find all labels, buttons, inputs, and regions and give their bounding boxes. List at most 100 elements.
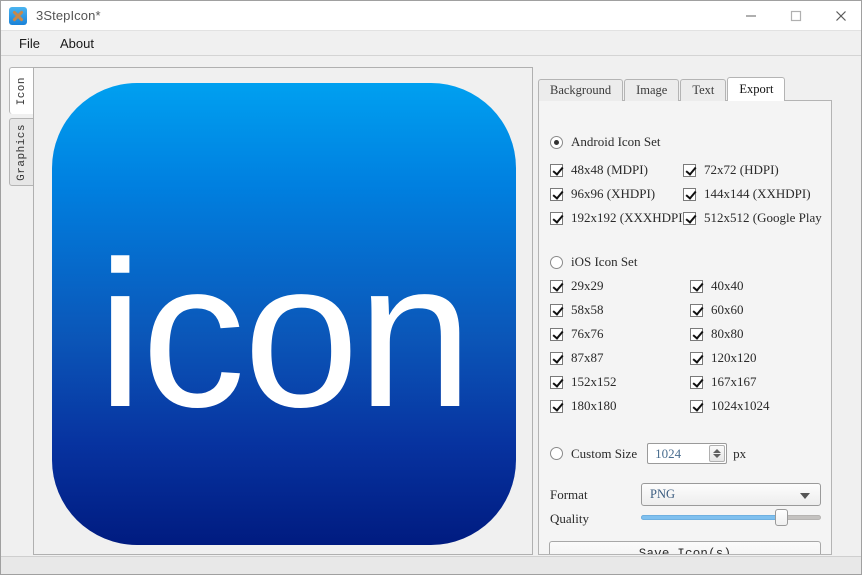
checkbox-ios-1024-box xyxy=(690,399,703,413)
custom-size-value: 1024 xyxy=(655,445,682,461)
icon-preview-canvas[interactable]: icon xyxy=(52,83,516,545)
checkbox-ios-152[interactable]: 152x152 xyxy=(550,374,617,390)
checkbox-ios-40-label: 40x40 xyxy=(711,278,744,293)
checkbox-ios-76-label: 76x76 xyxy=(571,326,604,341)
checkbox-ios-120[interactable]: 120x120 xyxy=(690,350,757,366)
checkbox-ios-167-box xyxy=(690,375,703,389)
vertical-tab-graphics-label: Graphics xyxy=(15,123,28,181)
checkbox-ios-76[interactable]: 76x76 xyxy=(550,326,604,342)
menu-bar: File About xyxy=(1,31,861,56)
tab-image[interactable]: Image xyxy=(624,79,680,101)
checkbox-ios-167[interactable]: 167x167 xyxy=(690,374,757,390)
custom-size-spinner-buttons[interactable] xyxy=(709,445,726,462)
checkbox-android-512-box xyxy=(683,211,696,225)
checkbox-ios-180-box xyxy=(550,399,563,413)
checkbox-android-192-box xyxy=(550,211,563,225)
icon-preview-panel: icon xyxy=(33,67,533,555)
checkbox-ios-87[interactable]: 87x87 xyxy=(550,350,604,366)
checkbox-android-144-box xyxy=(683,187,696,201)
tab-export[interactable]: Export xyxy=(727,77,786,101)
checkbox-android-48[interactable]: 48x48 (MDPI) xyxy=(550,162,648,178)
radio-android-icon-set[interactable]: Android Icon Set xyxy=(550,134,661,150)
checkbox-ios-152-box xyxy=(550,375,563,389)
checkbox-ios-29-label: 29x29 xyxy=(571,278,604,293)
close-icon[interactable] xyxy=(818,1,861,31)
vertical-tab-icon[interactable]: Icon xyxy=(9,67,34,114)
checkbox-android-192-label: 192x192 (XXXHDPI) xyxy=(571,210,687,225)
save-icons-button[interactable]: Save Icon(s) xyxy=(549,541,821,554)
checkbox-android-96[interactable]: 96x96 (XHDPI) xyxy=(550,186,655,202)
checkbox-ios-29[interactable]: 29x29 xyxy=(550,278,604,294)
vertical-tab-graphics[interactable]: Graphics xyxy=(9,118,34,186)
checkbox-android-72[interactable]: 72x72 (HDPI) xyxy=(683,162,779,178)
checkbox-ios-1024[interactable]: 1024x1024 xyxy=(690,398,770,414)
checkbox-android-96-label: 96x96 (XHDPI) xyxy=(571,186,656,201)
checkbox-ios-80-box xyxy=(690,327,703,341)
chevron-up-icon[interactable] xyxy=(713,449,722,453)
checkbox-ios-80-label: 80x80 xyxy=(711,326,744,341)
checkbox-android-512[interactable]: 512x512 (Google Play xyxy=(683,210,822,226)
checkbox-android-72-label: 72x72 (HDPI) xyxy=(704,162,779,177)
window-title: 3StepIcon* xyxy=(36,8,101,23)
vertical-tab-icon-label: Icon xyxy=(15,76,28,106)
checkbox-ios-58[interactable]: 58x58 xyxy=(550,302,604,318)
quality-slider-handle[interactable] xyxy=(775,509,789,526)
status-bar xyxy=(1,556,861,574)
radio-android-label: Android Icon Set xyxy=(571,134,661,149)
menu-item-about[interactable]: About xyxy=(50,33,104,54)
custom-size-stepper[interactable]: 1024 xyxy=(647,443,728,464)
checkbox-ios-58-label: 58x58 xyxy=(571,302,604,317)
checkbox-android-192[interactable]: 192x192 (XXXHDPI) xyxy=(550,210,687,226)
crossed-tools-icon xyxy=(9,6,27,25)
checkbox-ios-40-box xyxy=(690,279,703,293)
radio-ios-indicator xyxy=(550,255,563,269)
custom-size-row: Custom Size 1024 px xyxy=(550,443,746,464)
quality-label: Quality xyxy=(550,511,589,526)
tab-text[interactable]: Text xyxy=(680,79,727,101)
checkbox-ios-180-label: 180x180 xyxy=(571,398,617,413)
checkbox-ios-180[interactable]: 180x180 xyxy=(550,398,617,414)
chevron-down-icon[interactable] xyxy=(713,454,722,458)
checkbox-android-48-label: 48x48 (MDPI) xyxy=(571,162,648,177)
window-controls xyxy=(728,1,861,31)
radio-custom-size-indicator[interactable] xyxy=(550,447,563,460)
tab-background[interactable]: Background xyxy=(538,79,624,101)
quality-slider[interactable] xyxy=(641,507,821,527)
icon-preview-text: icon xyxy=(97,219,473,451)
format-value: PNG xyxy=(650,487,676,501)
checkbox-android-144-label: 144x144 (XXHDPI) xyxy=(704,186,811,201)
tab-bar: Background Image Text Export xyxy=(538,77,786,101)
checkbox-ios-87-label: 87x87 xyxy=(571,350,604,365)
checkbox-android-512-label: 512x512 (Google Play xyxy=(704,210,822,225)
export-tab-panel: Android Icon Set 48x48 (MDPI) 72x72 (HDP… xyxy=(538,100,832,555)
checkbox-ios-152-label: 152x152 xyxy=(571,374,617,389)
radio-ios-icon-set[interactable]: iOS Icon Set xyxy=(550,254,637,270)
chevron-down-icon xyxy=(800,493,810,499)
checkbox-android-144[interactable]: 144x144 (XXHDPI) xyxy=(683,186,811,202)
quality-slider-fill xyxy=(641,515,782,520)
checkbox-ios-1024-label: 1024x1024 xyxy=(711,398,770,413)
checkbox-ios-29-box xyxy=(550,279,563,293)
checkbox-ios-120-label: 120x120 xyxy=(711,350,757,365)
checkbox-ios-60-box xyxy=(690,303,703,317)
format-label: Format xyxy=(550,487,588,502)
vertical-tab-strip: Icon Graphics xyxy=(9,67,34,187)
radio-android-indicator xyxy=(550,135,563,149)
format-dropdown[interactable]: PNG xyxy=(641,483,821,506)
minimize-icon[interactable] xyxy=(728,1,773,31)
radio-custom-size-label: Custom Size xyxy=(571,445,638,461)
title-bar: 3StepIcon* xyxy=(1,1,861,31)
checkbox-ios-80[interactable]: 80x80 xyxy=(690,326,744,342)
custom-size-unit: px xyxy=(733,445,747,461)
checkbox-android-48-box xyxy=(550,163,563,177)
checkbox-ios-120-box xyxy=(690,351,703,365)
checkbox-ios-58-box xyxy=(550,303,563,317)
checkbox-ios-40[interactable]: 40x40 xyxy=(690,278,744,294)
menu-item-file[interactable]: File xyxy=(9,33,50,54)
checkbox-ios-167-label: 167x167 xyxy=(711,374,757,389)
maximize-icon[interactable] xyxy=(773,1,818,31)
options-panel: Background Image Text Export Android Ico… xyxy=(538,77,832,555)
app-window: 3StepIcon* File About Icon Graphics icon xyxy=(0,0,862,575)
checkbox-ios-76-box xyxy=(550,327,563,341)
checkbox-ios-60[interactable]: 60x60 xyxy=(690,302,744,318)
